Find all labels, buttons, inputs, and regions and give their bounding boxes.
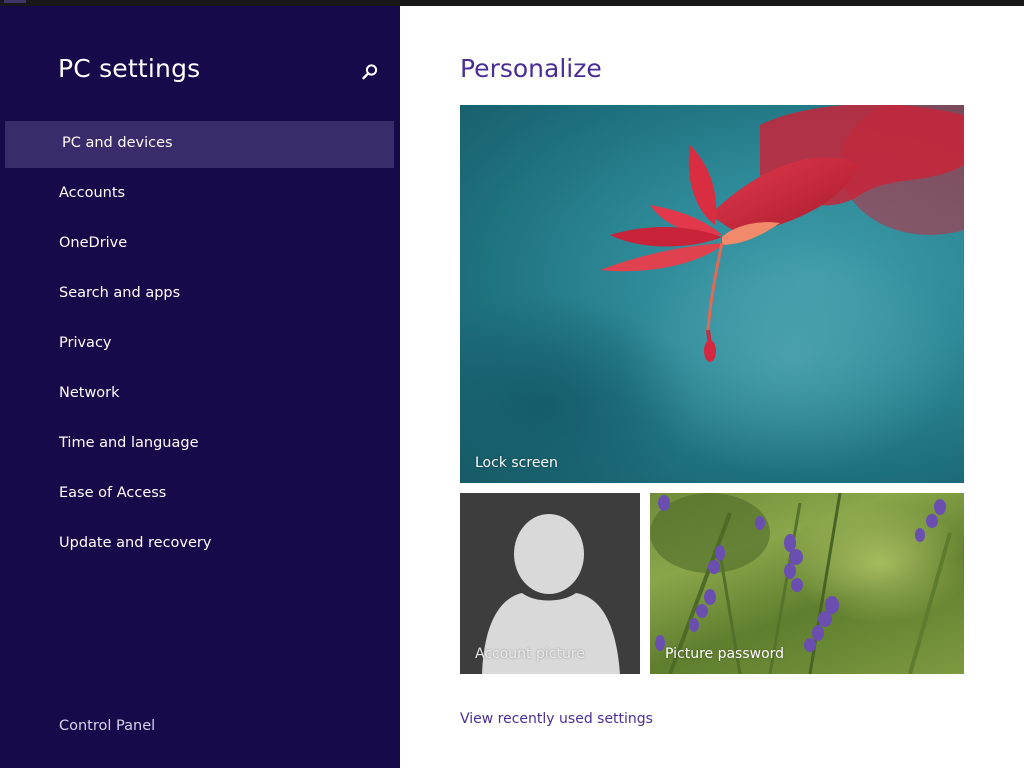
picture-password-tile[interactable]: Picture password	[650, 493, 964, 674]
sidebar-item-search-and-apps[interactable]: Search and apps	[0, 270, 400, 320]
page-title: Personalize	[460, 54, 602, 83]
sidebar-item-ease-of-access[interactable]: Ease of Access	[0, 470, 400, 520]
lock-screen-label: Lock screen	[475, 455, 558, 471]
lock-screen-image	[460, 105, 964, 483]
sidebar-item-label: OneDrive	[59, 235, 128, 251]
view-recent-settings-link[interactable]: View recently used settings	[460, 711, 653, 727]
sidebar-item-time-and-language[interactable]: Time and language	[0, 420, 400, 470]
sidebar-nav: PC and devices Accounts OneDrive Search …	[0, 120, 400, 570]
picture-password-label: Picture password	[665, 646, 785, 662]
sidebar-item-label: Network	[59, 385, 120, 401]
sidebar-item-privacy[interactable]: Privacy	[0, 320, 400, 370]
account-picture-tile[interactable]: Account picture	[460, 493, 640, 674]
control-panel-link[interactable]: Control Panel	[59, 718, 155, 734]
main-content: Personalize Lock screen Account picture …	[400, 6, 1024, 768]
account-picture-label: Account picture	[475, 646, 585, 662]
sidebar-item-label: Time and language	[59, 435, 199, 451]
sidebar-item-label: Ease of Access	[59, 485, 167, 501]
search-icon	[362, 64, 378, 80]
sidebar-item-label: Search and apps	[59, 285, 181, 301]
sidebar-item-accounts[interactable]: Accounts	[0, 170, 400, 220]
lock-screen-tile[interactable]: Lock screen	[460, 105, 964, 483]
window-accent-mark	[4, 0, 26, 3]
sidebar-item-update-and-recovery[interactable]: Update and recovery	[0, 520, 400, 570]
sidebar-item-label: Accounts	[59, 185, 126, 201]
sidebar: PC settings PC and devices Accounts OneD…	[0, 6, 400, 768]
sidebar-item-label: Privacy	[59, 335, 112, 351]
search-button[interactable]	[356, 58, 384, 86]
sidebar-item-label: Update and recovery	[59, 535, 212, 551]
sidebar-item-label: PC and devices	[62, 135, 173, 151]
sidebar-item-network[interactable]: Network	[0, 370, 400, 420]
sidebar-item-pc-and-devices[interactable]: PC and devices	[0, 120, 400, 170]
sidebar-title: PC settings	[58, 54, 201, 83]
sidebar-item-onedrive[interactable]: OneDrive	[0, 220, 400, 270]
